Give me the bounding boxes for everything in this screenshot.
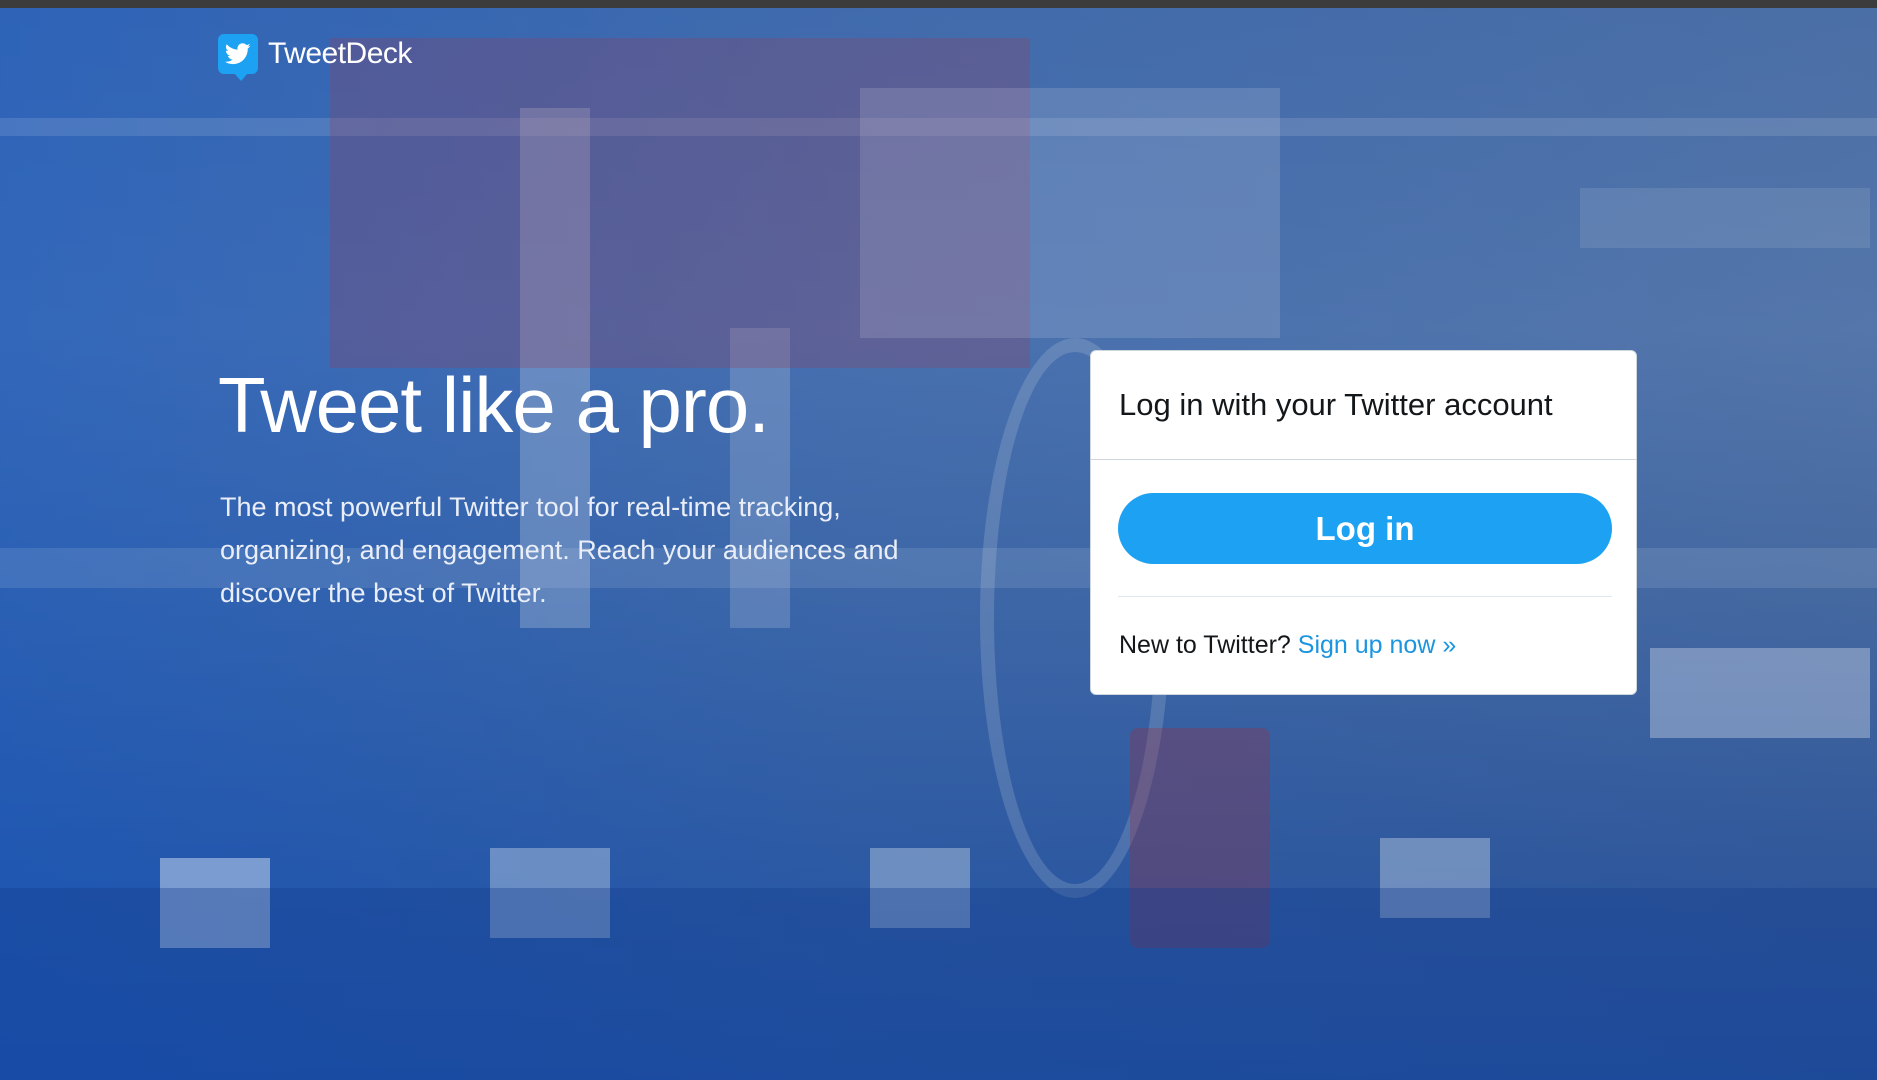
login-button[interactable]: Log in (1118, 493, 1612, 564)
signup-row: New to Twitter? Sign up now » (1119, 631, 1456, 660)
signup-link[interactable]: Sign up now » (1298, 631, 1456, 659)
divider (1118, 596, 1612, 597)
login-card-title: Log in with your Twitter account (1119, 387, 1553, 422)
twitter-bird-icon (218, 34, 258, 81)
browser-top-bar (0, 0, 1877, 8)
hero-description: The most powerful Twitter tool for real-… (220, 492, 899, 608)
divider (1091, 459, 1636, 460)
app-name: TweetDeck (268, 37, 412, 70)
headline: Tweet like a pro. (218, 361, 770, 449)
balcony (860, 88, 1280, 338)
login-card: Log in with your Twitter account Log in … (1090, 350, 1637, 695)
tweetdeck-logo[interactable]: TweetDeck (218, 34, 412, 81)
desk-row (0, 888, 1877, 1080)
ceiling-lights (1580, 188, 1870, 248)
signup-prompt: New to Twitter? (1119, 631, 1291, 659)
wall-screens (1650, 648, 1870, 738)
